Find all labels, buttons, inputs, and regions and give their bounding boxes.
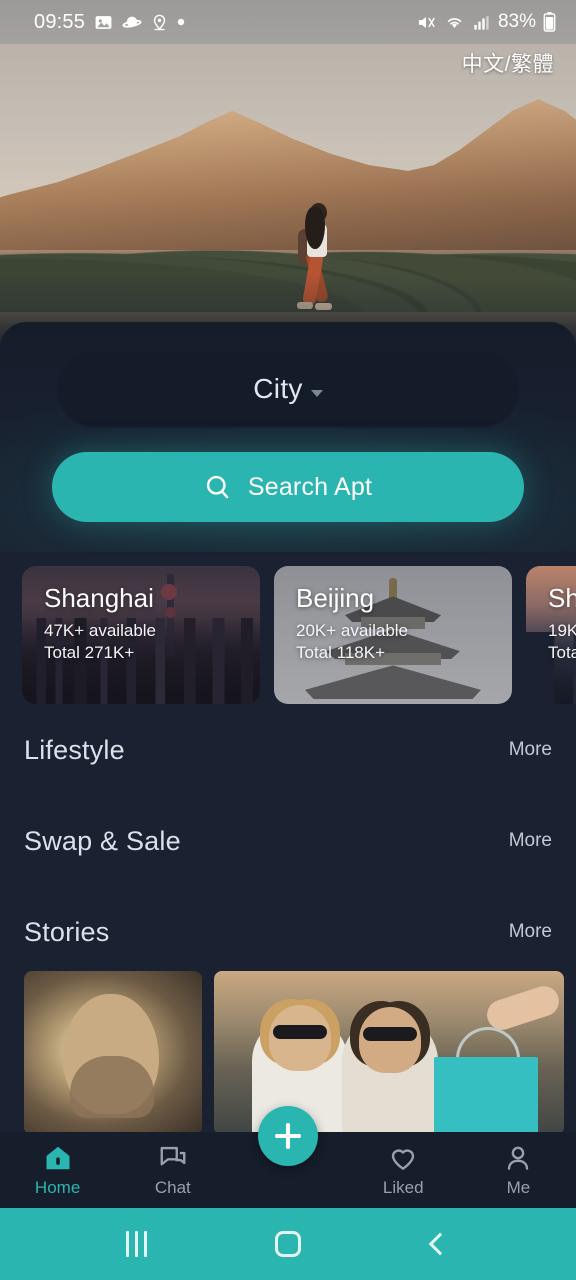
home-square-icon[interactable]: [253, 1220, 323, 1268]
city-card-total: Tota: [548, 642, 576, 662]
search-icon: [204, 473, 232, 501]
story-card[interactable]: [24, 971, 202, 1135]
bottom-navigation-bar: Home Chat Liked Me: [0, 1106, 576, 1208]
city-card-name: She: [548, 583, 576, 613]
city-card-shenzhen[interactable]: She 19K+ Tota: [526, 566, 576, 704]
battery-icon: [543, 12, 556, 32]
language-toggle[interactable]: 中文/繁體: [462, 48, 554, 78]
heart-icon: [387, 1143, 419, 1173]
nav-item-liked[interactable]: Liked: [346, 1143, 461, 1198]
person-icon: [502, 1143, 534, 1173]
city-card-available: 19K+: [548, 620, 576, 640]
status-time: 09:55: [34, 10, 86, 33]
battery-percent: 83%: [497, 11, 536, 32]
signal-icon: [472, 13, 491, 32]
section-stories: Stories More: [0, 912, 576, 952]
status-bar-right: 83%: [415, 11, 556, 33]
section-swap-and-sale: Swap & Sale More: [0, 821, 576, 861]
dot-icon: [177, 18, 185, 26]
nav-item-chat[interactable]: Chat: [115, 1143, 230, 1198]
search-apt-label: Search Apt: [247, 472, 373, 501]
wifi-icon: [444, 13, 465, 32]
nav-label: Chat: [154, 1177, 191, 1197]
mute-icon: [415, 13, 437, 32]
city-select-dropdown[interactable]: City: [56, 350, 520, 428]
city-card-name: Beijing: [296, 583, 375, 613]
chat-icon: [157, 1143, 189, 1173]
city-card-available: 47K+ available: [44, 620, 157, 640]
app-screen: 09:55 83% 中文/繁體 City Search Apt Shanghai…: [0, 0, 576, 1280]
recents-icon[interactable]: [101, 1220, 171, 1268]
status-bar: 09:55 83%: [0, 0, 576, 44]
section-title: Stories: [24, 916, 110, 947]
nav-label: Me: [506, 1177, 531, 1197]
status-bar-left: 09:55: [34, 11, 185, 34]
city-card-available: 20K+ available: [296, 620, 409, 640]
city-card-total: Total 118K+: [296, 642, 386, 662]
nav-label: Liked: [382, 1177, 424, 1197]
saturn-icon: [122, 13, 142, 32]
city-cards-carousel[interactable]: Shanghai 47K+ available Total 271K+ Beij…: [0, 566, 576, 704]
city-card-name: Shanghai: [44, 583, 154, 613]
nav-item-me[interactable]: Me: [461, 1143, 576, 1198]
section-more-link[interactable]: More: [509, 921, 552, 943]
location-pin-icon: [151, 13, 168, 32]
section-title: Lifestyle: [24, 734, 125, 765]
image-icon: [94, 13, 113, 32]
city-card-shanghai[interactable]: Shanghai 47K+ available Total 271K+: [22, 566, 260, 704]
create-post-fab[interactable]: [258, 1106, 318, 1166]
search-apt-button[interactable]: Search Apt: [52, 452, 524, 522]
section-title: Swap & Sale: [24, 825, 181, 856]
city-card-total: Total 271K+: [44, 642, 135, 662]
android-navigation-bar: [0, 1208, 576, 1280]
city-select-label: City: [253, 373, 303, 404]
hero-banner: [0, 44, 576, 356]
city-card-beijing[interactable]: Beijing 20K+ available Total 118K+: [274, 566, 512, 704]
home-icon: [42, 1143, 74, 1173]
nav-item-home[interactable]: Home: [0, 1143, 115, 1198]
story-card[interactable]: [214, 971, 564, 1135]
section-lifestyle: Lifestyle More: [0, 730, 576, 770]
section-more-link[interactable]: More: [509, 739, 552, 761]
chevron-down-icon: [310, 389, 323, 397]
back-chevron-icon[interactable]: [405, 1220, 475, 1268]
section-more-link[interactable]: More: [509, 830, 552, 852]
nav-label: Home: [34, 1177, 81, 1197]
